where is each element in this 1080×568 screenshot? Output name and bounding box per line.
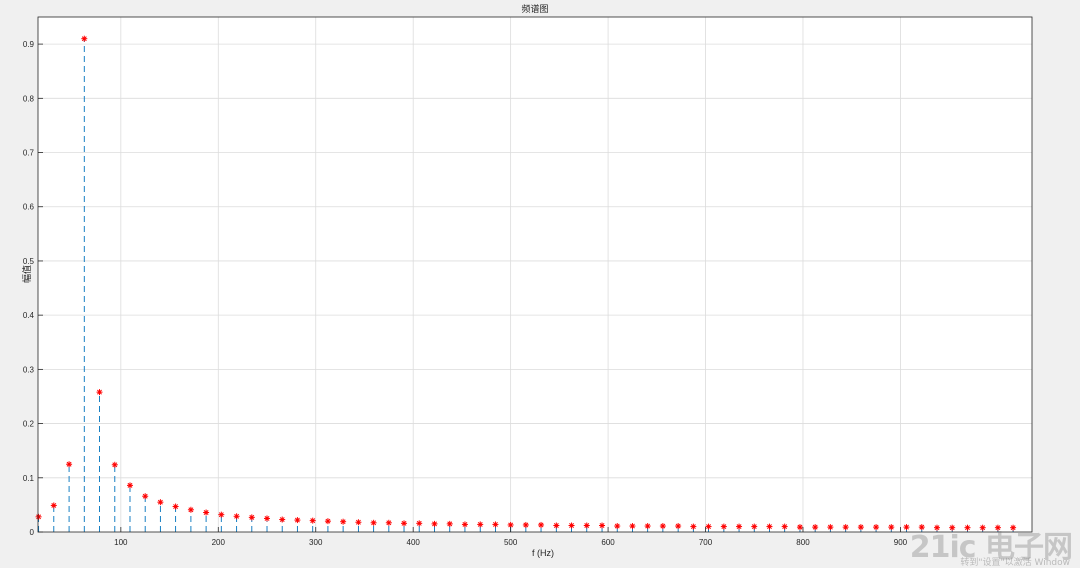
stem-marker bbox=[812, 524, 819, 531]
x-tick-label: 100 bbox=[114, 538, 128, 547]
stem-marker bbox=[218, 511, 225, 518]
stem-marker bbox=[675, 523, 682, 530]
x-tick-label: 300 bbox=[309, 538, 323, 547]
stem-marker bbox=[248, 514, 255, 521]
chart-title: 频谱图 bbox=[521, 3, 548, 15]
stem-marker bbox=[35, 513, 42, 520]
y-tick-label: 0.1 bbox=[23, 474, 35, 483]
y-tick-label: 0.4 bbox=[23, 311, 35, 320]
stem-marker bbox=[370, 519, 377, 526]
x-tick-label: 400 bbox=[407, 538, 421, 547]
stem-marker bbox=[979, 524, 986, 531]
stem-marker bbox=[644, 523, 651, 530]
stem-marker bbox=[599, 522, 606, 529]
stem-marker bbox=[431, 520, 438, 527]
stem-marker bbox=[933, 524, 940, 531]
stem-marker bbox=[659, 523, 666, 530]
stem-marker bbox=[949, 524, 956, 531]
y-tick-label: 0.6 bbox=[23, 203, 35, 212]
figure-canvas: 100 200 300 400 500 600 700 800 900 0 0.1 0.2 0.3 0.… bbox=[0, 0, 1080, 568]
stem-marker bbox=[568, 522, 575, 529]
stem-marker bbox=[690, 523, 697, 530]
stem-marker bbox=[857, 524, 864, 531]
stem-marker bbox=[796, 524, 803, 531]
stem-marker bbox=[629, 523, 636, 530]
x-tick-label: 800 bbox=[796, 538, 810, 547]
stem-marker bbox=[446, 520, 453, 527]
stem-marker bbox=[842, 524, 849, 531]
y-tick-label: 0.7 bbox=[23, 149, 35, 158]
stem-marker bbox=[279, 516, 286, 523]
stem-marker bbox=[614, 523, 621, 530]
stem-marker bbox=[522, 521, 529, 528]
stem-marker bbox=[233, 513, 240, 520]
stem-marker bbox=[994, 524, 1001, 531]
stem-marker bbox=[873, 524, 880, 531]
y-tick-label: 0.9 bbox=[23, 40, 35, 49]
stem-marker bbox=[553, 522, 560, 529]
stem-marker bbox=[751, 523, 758, 530]
stem-marker bbox=[583, 522, 590, 529]
x-tick-label: 900 bbox=[894, 538, 908, 547]
stem-marker bbox=[827, 524, 834, 531]
y-tick-label: 0.8 bbox=[23, 94, 35, 103]
y-tick-label: 0 bbox=[30, 528, 35, 537]
stem-marker bbox=[309, 517, 316, 524]
stem-marker bbox=[355, 519, 362, 526]
stem-marker bbox=[918, 524, 925, 531]
x-tick-label: 600 bbox=[601, 538, 615, 547]
stem-marker bbox=[264, 515, 271, 522]
stem-marker bbox=[964, 524, 971, 531]
stem-marker bbox=[340, 518, 347, 525]
stem-marker bbox=[766, 523, 773, 530]
stem-marker bbox=[736, 523, 743, 530]
stem-marker bbox=[401, 520, 408, 527]
y-tick-label: 0.2 bbox=[23, 420, 35, 429]
x-tick-label: 700 bbox=[699, 538, 713, 547]
plot-area bbox=[38, 17, 1032, 532]
stem-marker bbox=[888, 524, 895, 531]
stem-marker bbox=[538, 521, 545, 528]
y-tick-label: 0.5 bbox=[23, 257, 35, 266]
stem-marker bbox=[477, 521, 484, 528]
x-tick-label: 200 bbox=[212, 538, 226, 547]
stem-marker bbox=[294, 517, 301, 524]
x-tick-label: 500 bbox=[504, 538, 518, 547]
y-axis-label: 幅值 bbox=[21, 265, 33, 283]
stem-marker bbox=[416, 520, 423, 527]
y-tick-label: 0.3 bbox=[23, 365, 35, 374]
stem-marker bbox=[492, 521, 499, 528]
stem-marker bbox=[705, 523, 712, 530]
stem-marker bbox=[1010, 524, 1017, 531]
stem-marker bbox=[324, 518, 331, 525]
x-axis-label: f (Hz) bbox=[532, 548, 554, 558]
stem-marker bbox=[385, 519, 392, 526]
stem-marker bbox=[720, 523, 727, 530]
stem-marker bbox=[903, 524, 910, 531]
stem-marker bbox=[81, 35, 88, 42]
stem-marker bbox=[781, 523, 788, 530]
stem-marker bbox=[461, 521, 468, 528]
